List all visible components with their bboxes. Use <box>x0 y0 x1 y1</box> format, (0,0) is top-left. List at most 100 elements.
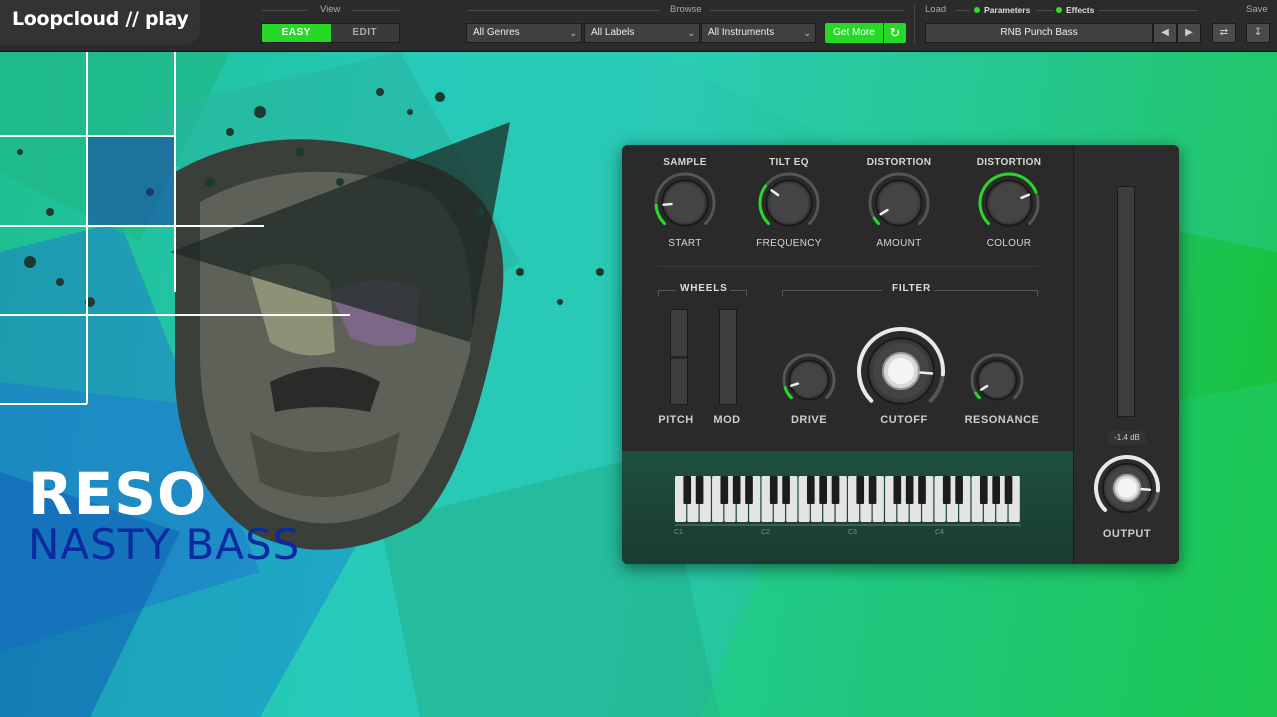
black-key[interactable] <box>683 476 692 504</box>
mod-wheel[interactable] <box>719 309 737 405</box>
octave-label-c4: C4 <box>935 529 944 536</box>
knob-value-arc <box>783 386 793 400</box>
black-key[interactable] <box>782 476 790 504</box>
get-more-button[interactable]: Get More <box>825 23 883 43</box>
output-knob[interactable] <box>1091 455 1163 521</box>
black-key[interactable] <box>918 476 926 504</box>
view-divider-right <box>352 10 399 11</box>
black-key[interactable] <box>1004 476 1013 504</box>
browse-label: Browse <box>670 4 702 15</box>
logo-area: Loopcloud // play <box>0 0 200 45</box>
octave-label-c2: C2 <box>761 529 770 536</box>
drive-knob[interactable] <box>777 350 841 410</box>
view-divider-left <box>262 10 307 11</box>
black-key[interactable] <box>819 476 827 504</box>
knob-indicator <box>1140 487 1152 492</box>
black-key[interactable] <box>732 476 741 504</box>
parameters-label: Parameters <box>984 5 1031 15</box>
active-dot-icon <box>1056 7 1062 13</box>
effects-label: Effects <box>1066 5 1095 15</box>
black-key[interactable] <box>720 476 729 504</box>
sample-start-label: SAMPLE <box>663 157 707 168</box>
output-db-readout: -1.4 dB <box>1107 431 1147 445</box>
black-key[interactable] <box>868 476 877 504</box>
chevron-down-icon: ⌄ <box>803 28 811 38</box>
filter-bracket-left <box>782 290 882 296</box>
octave-label-c3: C3 <box>848 529 857 536</box>
labels-dropdown-value: All Labels <box>591 27 635 38</box>
black-key[interactable] <box>955 476 963 504</box>
octave-label-c1: C1 <box>674 529 683 536</box>
save-label: Save <box>1246 4 1268 15</box>
drive-label: DRIVE <box>790 414 828 426</box>
chevron-down-icon: ⌄ <box>687 28 695 38</box>
distortion-colour-knob[interactable] <box>975 171 1043 233</box>
load-label: Load <box>925 4 947 15</box>
black-key[interactable] <box>905 476 914 504</box>
pitch-wheel-center <box>671 356 687 359</box>
top-toolbar: Loopcloud // play View EASY EDIT Browse … <box>0 0 1277 52</box>
black-key[interactable] <box>942 476 951 504</box>
output-level-meter <box>1117 186 1135 417</box>
tilt-eq-label: TILT EQ <box>769 157 809 168</box>
distortion-amount-knob[interactable] <box>865 171 933 233</box>
output-section: -1.4 dB OUTPUT <box>1073 145 1179 564</box>
wheels-bracket-left <box>658 290 676 296</box>
black-key[interactable] <box>992 476 1000 504</box>
separator <box>914 4 915 44</box>
black-key[interactable] <box>806 476 815 504</box>
parameters-toggle[interactable]: Parameters <box>974 5 1030 15</box>
black-key[interactable] <box>769 476 778 504</box>
black-key[interactable] <box>979 476 988 504</box>
chevron-down-icon: ⌄ <box>569 28 577 38</box>
knob-cap <box>879 183 919 223</box>
pitch-wheel[interactable] <box>670 309 688 405</box>
mod-label: MOD <box>713 414 741 426</box>
tilt-eq-knob[interactable] <box>755 171 823 233</box>
easy-view-button[interactable]: EASY <box>262 24 331 42</box>
genres-dropdown[interactable]: All Genres ⌄ <box>466 23 582 43</box>
filter-label: FILTER <box>892 283 932 294</box>
black-key[interactable] <box>695 476 704 504</box>
instruments-dropdown[interactable]: All Instruments ⌄ <box>701 23 816 43</box>
black-key[interactable] <box>745 476 753 504</box>
shuffle-button[interactable]: ⇄ <box>1212 23 1236 43</box>
knob-cap <box>989 183 1029 223</box>
refresh-icon[interactable]: ↻ <box>884 23 906 43</box>
black-key[interactable] <box>893 476 902 504</box>
distortion-amount-sublabel: AMOUNT <box>876 238 922 249</box>
knob-value-arc <box>974 391 981 400</box>
instrument-panel: SAMPLE START TILT EQ FREQUENCY DISTORTIO… <box>622 145 1179 564</box>
knob-cap <box>980 363 1014 397</box>
prev-preset-button[interactable]: ◀ <box>1153 23 1177 43</box>
wheels-bracket-right <box>730 290 747 296</box>
knob-indicator <box>919 371 934 375</box>
app-logo: Loopcloud // play <box>12 8 189 30</box>
knob-cap <box>792 363 826 397</box>
effects-toggle[interactable]: Effects <box>1056 5 1094 15</box>
keyboard-area: C1 C2 C3 C4 <box>622 451 1073 564</box>
controls-area: SAMPLE START TILT EQ FREQUENCY DISTORTIO… <box>622 145 1073 451</box>
sample-start-knob[interactable] <box>651 171 719 233</box>
sample-start-sublabel: START <box>668 238 702 249</box>
labels-dropdown[interactable]: All Labels ⌄ <box>584 23 700 43</box>
knob-center-highlight <box>1117 478 1137 498</box>
next-preset-button[interactable]: ▶ <box>1177 23 1201 43</box>
cutoff-knob[interactable] <box>851 325 951 417</box>
black-key[interactable] <box>856 476 865 504</box>
knob-center-highlight <box>887 357 915 385</box>
knob-value-arc <box>872 216 880 226</box>
black-key[interactable] <box>831 476 840 504</box>
cutoff-label: CUTOFF <box>880 414 928 426</box>
edit-view-button[interactable]: EDIT <box>331 24 400 42</box>
section-divider <box>658 266 1038 267</box>
resonance-knob[interactable] <box>965 350 1029 410</box>
browse-divider-right <box>710 10 905 11</box>
instrument-title: RESO <box>28 460 208 528</box>
distortion-colour-sublabel: COLOUR <box>986 238 1032 249</box>
preset-name-field[interactable]: RNB Punch Bass <box>925 23 1153 43</box>
distortion-colour-label: DISTORTION <box>976 157 1042 168</box>
instruments-dropdown-value: All Instruments <box>708 27 775 38</box>
save-download-button[interactable]: ↧ <box>1246 23 1270 43</box>
instrument-subtitle: NASTY BASS <box>28 520 301 569</box>
